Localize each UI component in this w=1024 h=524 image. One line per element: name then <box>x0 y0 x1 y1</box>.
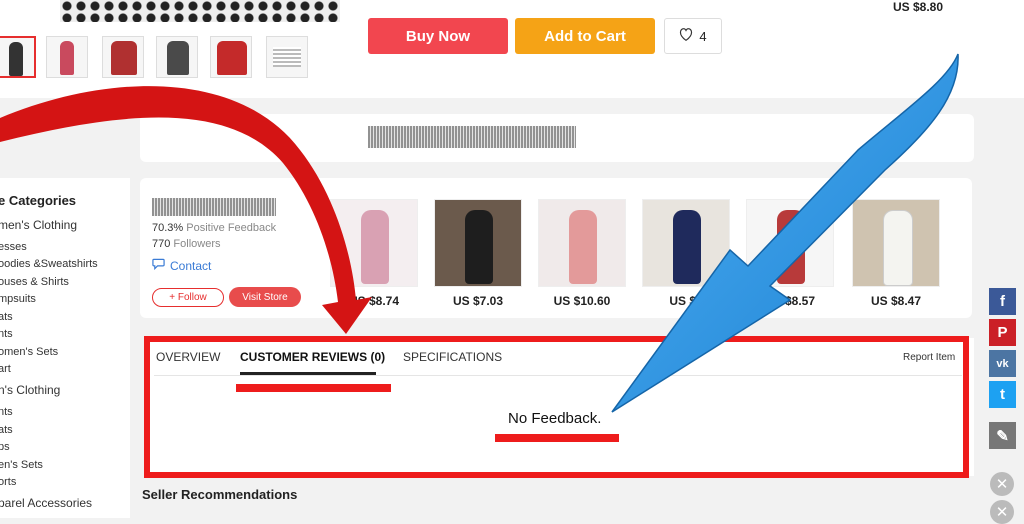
positive-feedback-label: Positive Feedback <box>186 222 277 234</box>
product-card-image[interactable] <box>852 199 940 287</box>
product-thumbnail[interactable] <box>0 36 36 78</box>
highlight-frame <box>144 336 969 478</box>
store-name-blurred <box>368 126 576 148</box>
category-sidebar: e Categories men's Clothing esses oodies… <box>0 178 130 518</box>
sidebar-item[interactable]: oodies &Sweatshirts <box>0 258 98 270</box>
sidebar-group-head[interactable]: n's Clothing <box>0 383 60 397</box>
product-thumbnail[interactable] <box>266 36 308 78</box>
sidebar-item[interactable]: nts <box>0 406 13 418</box>
sidebar-item[interactable]: art <box>0 363 11 375</box>
sidebar-item[interactable]: ouses & Shirts <box>0 276 69 288</box>
chat-icon <box>152 258 165 273</box>
contact-link[interactable]: Contact <box>152 258 211 273</box>
sidebar-item[interactable]: mpsuits <box>0 293 36 305</box>
product-thumbnail[interactable] <box>102 36 144 78</box>
followers-label: Followers <box>173 238 221 250</box>
product-card-price: US $10.60 <box>553 294 611 308</box>
visit-store-button[interactable]: Visit Store <box>229 287 301 307</box>
vk-icon[interactable]: vk <box>989 350 1016 377</box>
product-thumbnail[interactable] <box>210 36 252 78</box>
product-card-price: US $7.03 <box>452 294 504 308</box>
add-to-cart-button[interactable]: Add to Cart <box>515 18 655 54</box>
positive-feedback-value: 70.3% <box>152 222 184 234</box>
sidebar-title: e Categories <box>0 193 77 208</box>
pinterest-icon[interactable]: P <box>989 319 1016 346</box>
follow-button[interactable]: + Follow <box>152 288 224 307</box>
sidebar-item[interactable]: ats <box>0 424 13 436</box>
product-card-image[interactable] <box>642 199 730 287</box>
sidebar-item[interactable]: orts <box>0 476 16 488</box>
heart-icon <box>679 28 693 44</box>
sidebar-item[interactable]: omen's Sets <box>0 346 58 358</box>
sidebar-item[interactable]: en's Sets <box>0 459 43 471</box>
price: US $8.80 <box>893 0 944 14</box>
product-card-image[interactable] <box>538 199 626 287</box>
seller-name-blurred <box>152 198 276 216</box>
twitter-icon[interactable]: t <box>989 381 1016 408</box>
wishlist-button[interactable]: 4 <box>664 18 722 54</box>
product-card-price: US $8.57 <box>764 294 816 308</box>
edit-icon[interactable]: ✎ <box>989 422 1016 449</box>
sidebar-item[interactable]: nts <box>0 328 13 340</box>
product-card-image[interactable] <box>330 199 418 287</box>
close-icon[interactable]: ✕ <box>990 500 1014 524</box>
product-card-price: US $8.47 <box>870 294 922 308</box>
sidebar-item[interactable]: ats <box>0 311 13 323</box>
facebook-icon[interactable]: f <box>989 288 1016 315</box>
contact-label: Contact <box>170 258 212 273</box>
close-icon[interactable]: ✕ <box>990 472 1014 496</box>
sidebar-item[interactable]: ps <box>0 441 10 453</box>
product-card-image[interactable] <box>434 199 522 287</box>
product-thumbnail[interactable] <box>156 36 198 78</box>
followers: 770 Followers <box>152 238 221 250</box>
product-card-price: US $1 <box>669 294 703 308</box>
seller-recommendations-heading: Seller Recommendations <box>142 487 298 502</box>
wishlist-count: 4 <box>699 28 707 44</box>
sidebar-group-head[interactable]: men's Clothing <box>0 218 77 232</box>
sidebar-item[interactable]: esses <box>0 241 27 253</box>
product-card-image[interactable] <box>746 199 834 287</box>
sidebar-group-head[interactable]: parel Accessories <box>0 496 92 510</box>
positive-feedback: 70.3% Positive Feedback <box>152 222 276 234</box>
product-card-price: US $8.74 <box>348 294 400 308</box>
main-product-image <box>60 0 340 22</box>
followers-value: 770 <box>152 238 171 250</box>
buy-now-button[interactable]: Buy Now <box>368 18 508 54</box>
product-thumbnail[interactable] <box>46 36 88 78</box>
